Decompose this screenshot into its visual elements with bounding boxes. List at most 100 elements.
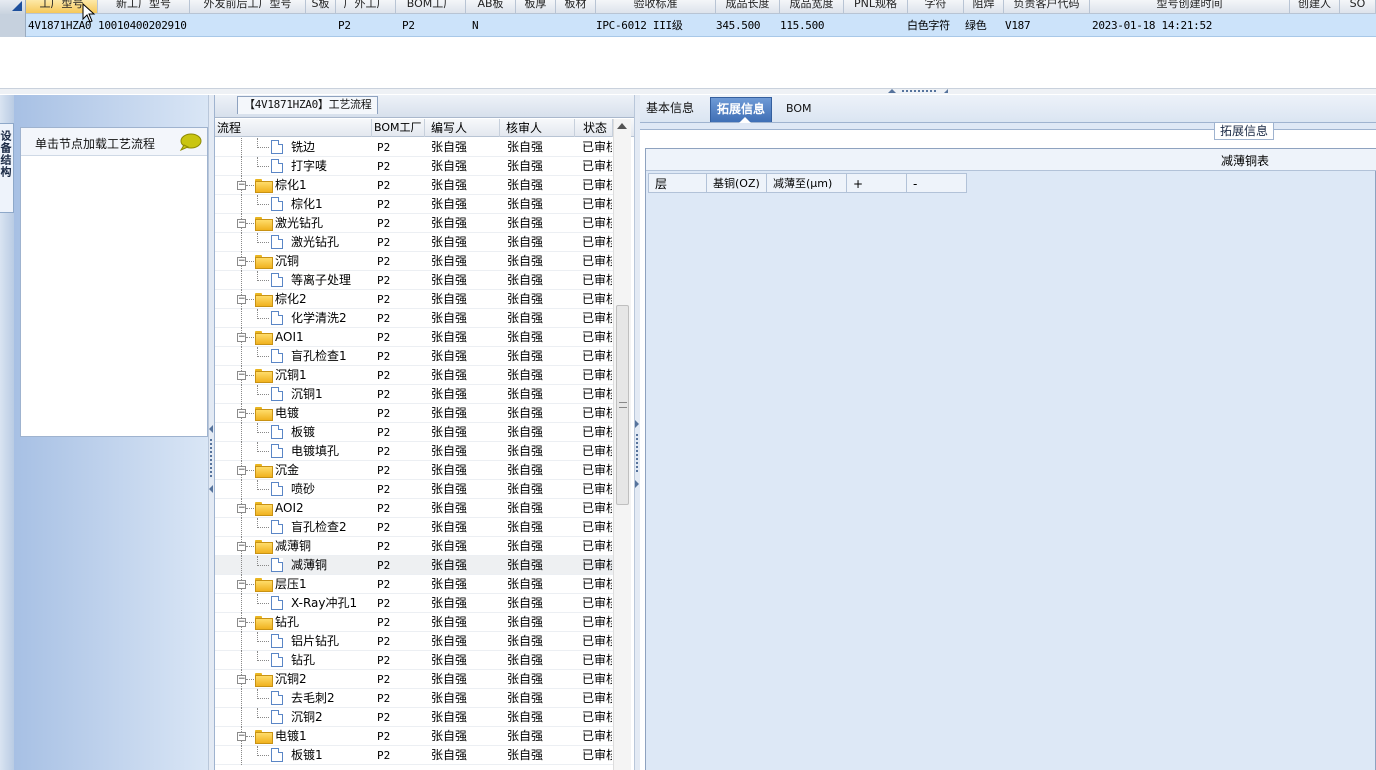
tab-basic-info[interactable]: 基本信息: [640, 97, 700, 122]
tree-leaf-row[interactable]: 激光钻孔 P2 张自强 张自强 已审核: [215, 233, 613, 252]
tree-folder-row[interactable]: − 电镀1 P2 张自强 张自强 已审核: [215, 727, 613, 746]
tree-leaf-row[interactable]: 棕化1 P2 张自强 张自强 已审核: [215, 195, 613, 214]
collapse-toggle-icon[interactable]: −: [237, 219, 246, 228]
col-header-factory[interactable]: 厂外工厂: [336, 0, 396, 14]
grid-row-selected[interactable]: 4V1871HZA0 10010400202910 P2 P2 N IPC-60…: [0, 14, 1376, 37]
cell-writer: 张自强: [431, 634, 468, 648]
tree-folder-row[interactable]: − 减薄铜 P2 张自强 张自强 已审核: [215, 537, 613, 556]
collapse-toggle-icon[interactable]: −: [237, 732, 246, 741]
collapse-toggle-icon[interactable]: −: [237, 466, 246, 475]
col-header-s-board[interactable]: S板: [306, 0, 336, 14]
add-row-button[interactable]: +: [847, 173, 907, 193]
tree-leaf-row[interactable]: 铣边 P2 张自强 张自强 已审核: [215, 138, 613, 157]
col-header-status[interactable]: 状态: [575, 119, 613, 137]
tree-leaf-row[interactable]: 钻孔 P2 张自强 张自强 已审核: [215, 651, 613, 670]
horizontal-splitter[interactable]: [0, 88, 1376, 94]
col-header-new-model[interactable]: 新工厂型号: [98, 0, 190, 14]
tree-leaf-row[interactable]: 打字唛 P2 张自强 张自强 已审核: [215, 157, 613, 176]
tree-leaf-row[interactable]: 盲孔检查2 P2 张自强 张自强 已审核: [215, 518, 613, 537]
col-header-standard[interactable]: 验收标准: [596, 0, 716, 14]
tree-leaf-row[interactable]: 沉铜2 P2 张自强 张自强 已审核: [215, 708, 613, 727]
col-header-so[interactable]: SO: [1340, 0, 1376, 14]
tree-leaf-row[interactable]: 盲孔检查1 P2 张自强 张自强 已审核: [215, 347, 613, 366]
tree-leaf-row[interactable]: 喷砂 P2 张自强 张自强 已审核: [215, 480, 613, 499]
col-header-writer[interactable]: 编写人: [425, 119, 500, 137]
cell-reviewer: 张自强: [507, 330, 544, 344]
tree-folder-row[interactable]: − 棕化2 P2 张自强 张自强 已审核: [215, 290, 613, 309]
tree-leaf-row[interactable]: 化学清洗2 P2 张自强 张自强 已审核: [215, 309, 613, 328]
cell-customer: V187: [1005, 19, 1031, 32]
cell-reviewer: 张自强: [507, 615, 544, 629]
col-header-reviewer[interactable]: 核审人: [500, 119, 575, 137]
col-header-flow[interactable]: 流程: [215, 119, 372, 137]
remove-row-button[interactable]: -: [907, 173, 967, 193]
tree-leaf-row[interactable]: 电镀填孔 P2 张自强 张自强 已审核: [215, 442, 613, 461]
col-header-base-copper[interactable]: 基铜(OZ): [707, 173, 767, 193]
collapse-toggle-icon[interactable]: −: [237, 618, 246, 627]
tree-folder-row[interactable]: − 棕化1 P2 张自强 张自强 已审核: [215, 176, 613, 195]
cell-status: 已审核: [582, 178, 612, 192]
collapse-toggle-icon[interactable]: −: [237, 257, 246, 266]
tree-scrollbar[interactable]: [613, 119, 631, 770]
tree-guide-line: [241, 746, 242, 765]
tree-leaf-row[interactable]: 铝片钻孔 P2 张自强 张自强 已审核: [215, 632, 613, 651]
tree-guide-line: [257, 451, 269, 452]
tree-folder-row[interactable]: − AOI1 P2 张自强 张自强 已审核: [215, 328, 613, 347]
col-header-customer[interactable]: 负责客户代码: [1004, 0, 1090, 14]
tree-folder-row[interactable]: − 电镀 P2 张自强 张自强 已审核: [215, 404, 613, 423]
tree-leaf-row[interactable]: 沉铜1 P2 张自强 张自强 已审核: [215, 385, 613, 404]
tree-leaf-row[interactable]: 板镀 P2 张自强 张自强 已审核: [215, 423, 613, 442]
hint-header[interactable]: 单击节点加载工艺流程: [21, 128, 207, 156]
scroll-thumb[interactable]: [616, 305, 629, 505]
col-header-solder-mask[interactable]: 阻焊: [964, 0, 1004, 14]
tree-folder-row[interactable]: − 层压1 P2 张自强 张自强 已审核: [215, 575, 613, 594]
tree-folder-row[interactable]: − 沉铜 P2 张自强 张自强 已审核: [215, 252, 613, 271]
tree-folder-row[interactable]: − 钻孔 P2 张自强 张自强 已审核: [215, 613, 613, 632]
tab-bom[interactable]: BOM: [780, 97, 818, 122]
collapse-toggle-icon[interactable]: −: [237, 504, 246, 513]
col-header-bom-factory[interactable]: BOM工厂: [372, 119, 425, 137]
document-icon: [271, 710, 283, 724]
tree-folder-row[interactable]: − AOI2 P2 张自强 张自强 已审核: [215, 499, 613, 518]
col-header-layer[interactable]: 层: [648, 173, 707, 193]
rail-tab-device-structure[interactable]: 设备结构: [0, 123, 14, 213]
col-header-thickness[interactable]: 板厚: [516, 0, 556, 14]
collapse-toggle-icon[interactable]: −: [237, 181, 246, 190]
col-header-ext-model[interactable]: 外发前后工厂型号: [190, 0, 306, 14]
col-header-length[interactable]: 成品长度: [716, 0, 780, 14]
collapse-toggle-icon[interactable]: −: [237, 580, 246, 589]
col-header-bom-factory[interactable]: BOM工厂: [396, 0, 466, 14]
col-header-creator[interactable]: 创建人: [1290, 0, 1340, 14]
col-header-thin-to[interactable]: 减薄至(μm): [767, 173, 847, 193]
tree-leaf-row[interactable]: X-Ray冲孔1 P2 张自强 张自强 已审核: [215, 594, 613, 613]
tree-guide-line: [257, 489, 269, 490]
tree-folder-row[interactable]: − 激光钻孔 P2 张自强 张自强 已审核: [215, 214, 613, 233]
tab-extended-info[interactable]: 拓展信息: [710, 97, 773, 123]
collapse-toggle-icon[interactable]: −: [237, 542, 246, 551]
tree-leaf-row[interactable]: 去毛刺2 P2 张自强 张自强 已审核: [215, 689, 613, 708]
folder-icon: [255, 578, 273, 592]
tree-folder-row[interactable]: − 沉铜2 P2 张自强 张自强 已审核: [215, 670, 613, 689]
tree-leaf-row[interactable]: 等离子处理 P2 张自强 张自强 已审核: [215, 271, 613, 290]
col-header-ab-board[interactable]: AB板: [466, 0, 516, 14]
collapse-toggle-icon[interactable]: −: [237, 295, 246, 304]
grid-corner[interactable]: [0, 0, 26, 14]
tree-folder-row[interactable]: − 沉金 P2 张自强 张自强 已审核: [215, 461, 613, 480]
col-header-silkscreen[interactable]: 字符: [908, 0, 964, 14]
tree-leaf-row[interactable]: 减薄铜 P2 张自强 张自强 已审核: [215, 556, 613, 575]
tree-leaf-row[interactable]: 板镀1 P2 张自强 张自强 已审核: [215, 746, 613, 765]
collapse-toggle-icon[interactable]: −: [237, 409, 246, 418]
col-header-width[interactable]: 成品宽度: [780, 0, 844, 14]
collapse-toggle-icon[interactable]: −: [237, 675, 246, 684]
cell-writer: 张自强: [431, 349, 468, 363]
cell-status: 已审核: [582, 425, 612, 439]
tree-folder-row[interactable]: − 沉铜1 P2 张自强 张自强 已审核: [215, 366, 613, 385]
col-header-pnl[interactable]: PNL规格: [844, 0, 908, 14]
collapse-toggle-icon[interactable]: −: [237, 371, 246, 380]
col-header-created-time[interactable]: 型号创建时间: [1090, 0, 1290, 14]
collapse-toggle-icon[interactable]: −: [237, 333, 246, 342]
document-icon: [271, 520, 283, 534]
row-selector[interactable]: [0, 14, 26, 37]
scroll-up-icon[interactable]: [617, 123, 627, 129]
col-header-material[interactable]: 板材: [556, 0, 596, 14]
